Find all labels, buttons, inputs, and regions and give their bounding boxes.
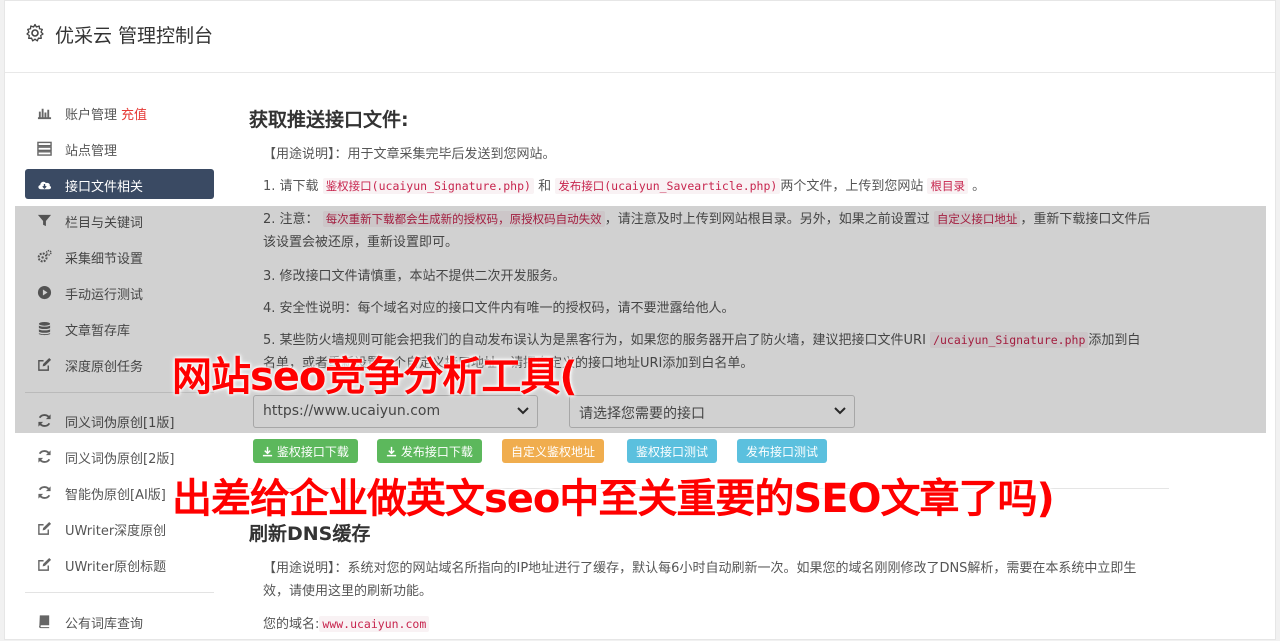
sidebar-item-label: 接口文件相关 [65, 180, 144, 195]
usage-note: 【用途说明】：用于文章采集完毕后发送到您网站。 [263, 147, 556, 162]
sidebar-item-label: 站点管理 [65, 144, 118, 159]
sidebar-item-label: 智能伪原创[AI版] [65, 488, 166, 503]
download-icon [262, 446, 273, 457]
app-title: 优采云 管理控制台 [55, 25, 214, 47]
dns-usage-note: 【用途说明】：系统对您的网站域名所指向的IP地址进行了缓存，默认每6小时自动刷新… [263, 561, 1137, 599]
domain-label: 您的域名: [263, 617, 320, 632]
download-publish-button[interactable]: 发布接口下载 [377, 439, 482, 463]
overlay-headline-2: 出差给企业做英文seo中至关重要的SEO文章了吗) [172, 476, 1055, 522]
test-sign-button[interactable]: 鉴权接口测试 [627, 439, 718, 463]
sidebar-divider [25, 592, 214, 593]
refresh-icon [38, 450, 51, 463]
domain-row: 您的域名: www.ucaiyun.com [263, 613, 1153, 636]
custom-sign-address-button[interactable]: 自定义鉴权地址 [502, 439, 605, 463]
step-1: 1. 请下载 鉴权接口(ucaiyun_Signature.php) 和 发布接… [263, 178, 986, 194]
sidebar-item-label: 同义词伪原创[2版] [65, 452, 175, 467]
test-publish-button[interactable]: 发布接口测试 [737, 439, 828, 463]
sidebar-item-label: 账户管理 [65, 108, 118, 123]
cloud-download-icon [38, 181, 52, 190]
overlay-headline-1: 网站seo竞争分析工具( [172, 354, 578, 400]
sidebar-item-uwriter-title[interactable]: UWriter原创标题 [25, 549, 214, 579]
book-icon [39, 615, 50, 629]
sidebar-item-sites[interactable]: 站点管理 [25, 133, 214, 163]
recharge-link[interactable]: 充值 [121, 108, 147, 123]
edit-icon [38, 521, 52, 535]
sidebar-item-public-lexicon[interactable]: 公有词库查询 [25, 606, 214, 636]
server-icon [37, 141, 52, 156]
refresh-icon [38, 486, 51, 499]
sidebar-item-label: UWriter深度原创 [65, 524, 167, 539]
domain-value: www.ucaiyun.com [319, 616, 430, 632]
sidebar-item-api-files[interactable]: 接口文件相关 [25, 169, 214, 199]
sidebar-item-label: 公有词库查询 [65, 617, 144, 632]
gear-icon [26, 23, 44, 42]
download-icon [386, 446, 397, 457]
download-sign-button[interactable]: 鉴权接口下载 [253, 439, 358, 463]
sign-api-link[interactable]: 鉴权接口(ucaiyun_Signature.php) [322, 178, 534, 194]
sidebar-item-account[interactable]: 账户管理 充值 [25, 97, 214, 127]
bar-chart-icon [37, 108, 52, 120]
section-title-api-files: 获取推送接口文件: [249, 109, 409, 131]
edit-icon [38, 557, 52, 571]
root-dir-tag: 根目录 [927, 178, 968, 194]
sidebar-item-label: UWriter原创标题 [65, 560, 167, 575]
publish-api-link[interactable]: 发布接口(ucaiyun_Savearticle.php) [555, 178, 781, 194]
